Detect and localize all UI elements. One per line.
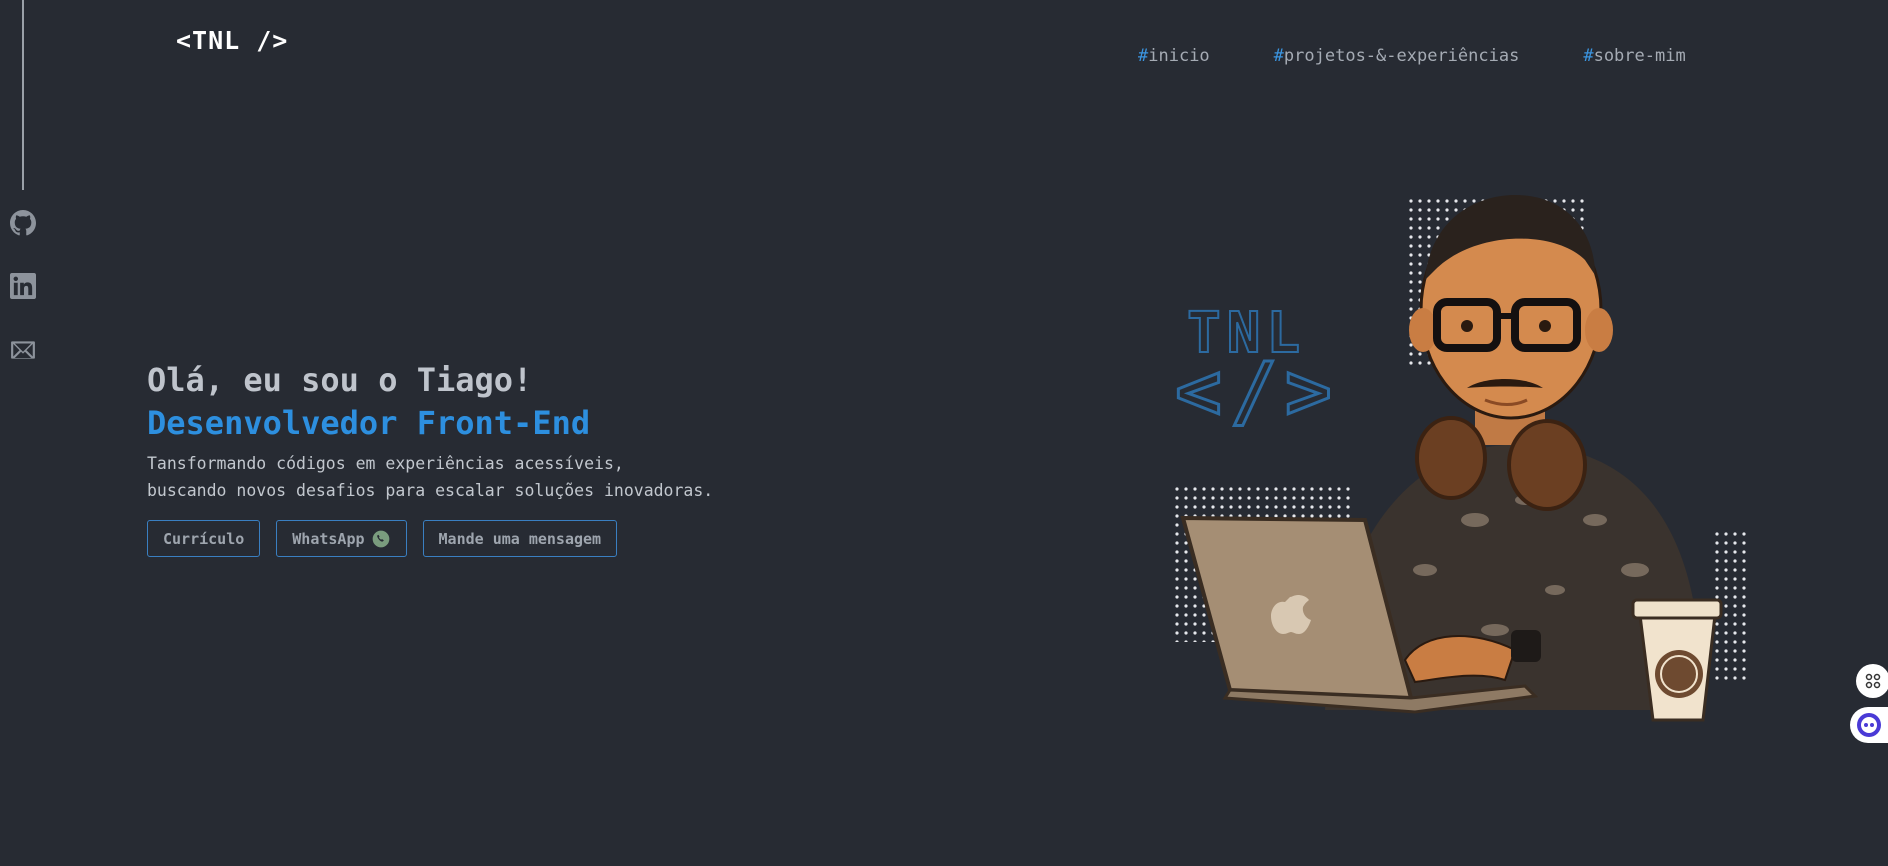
linkedin-icon	[10, 273, 36, 299]
resume-button[interactable]: Currículo	[147, 520, 261, 557]
send-message-button[interactable]: Mande uma mensagem	[422, 520, 618, 557]
hero-buttons: Currículo WhatsApp Mande uma mensagem	[147, 520, 713, 557]
hero-tagline: Tansformando códigos em experiências ace…	[147, 454, 714, 500]
site-logo[interactable]: <TNL />	[176, 26, 288, 55]
side-divider	[22, 0, 24, 190]
nav-link-inicio[interactable]: #inicio	[1138, 46, 1210, 66]
avatar-illustration: TNL </>	[1175, 195, 1747, 722]
tnl-badge-symbol: </>	[1175, 347, 1340, 437]
nav-link-sobre-mim[interactable]: #sobre-mim	[1583, 46, 1685, 66]
github-link[interactable]	[10, 210, 36, 236]
mail-icon	[11, 341, 35, 359]
main-nav: #inicio #projetos-&-experiências #sobre-…	[1138, 46, 1686, 66]
nav-link-projetos[interactable]: #projetos-&-experiências	[1274, 46, 1520, 66]
linkedin-link[interactable]	[10, 273, 36, 299]
whatsapp-button[interactable]: WhatsApp	[276, 520, 407, 557]
github-icon	[10, 210, 36, 236]
hero-role: Desenvolvedor Front-End	[147, 404, 591, 442]
whatsapp-icon	[372, 530, 389, 547]
apps-widget-button[interactable]	[1856, 664, 1888, 698]
assistant-widget-button[interactable]	[1850, 707, 1888, 743]
assistant-icon	[1857, 713, 1881, 737]
email-link[interactable]	[10, 337, 36, 363]
hero-section: Olá, eu sou o Tiago! Desenvolvedor Front…	[147, 360, 713, 557]
grid-icon	[1865, 673, 1881, 689]
hero-greeting: Olá, eu sou o Tiago!	[147, 361, 533, 399]
